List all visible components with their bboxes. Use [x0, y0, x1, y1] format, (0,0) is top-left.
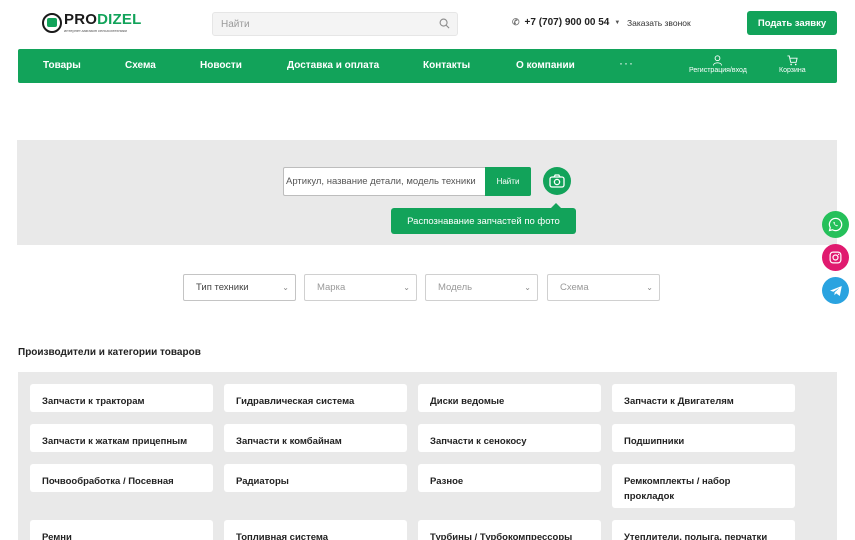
filter-model[interactable]: Модель ⌄ — [425, 274, 538, 301]
callback-link[interactable]: Заказать звонок — [627, 18, 691, 28]
filter-vehicle-type[interactable]: Тип техники ⌄ — [183, 274, 296, 301]
instagram-icon[interactable] — [822, 244, 849, 271]
page: PRODIZEL интернет-магазин сельхозтехники… — [0, 0, 855, 540]
category-item[interactable]: Топливная система — [224, 520, 407, 540]
category-item[interactable]: Диски ведомые — [418, 384, 601, 412]
category-item[interactable]: Разное — [418, 464, 601, 492]
cart-link[interactable]: Корзина — [779, 55, 806, 74]
phone-icon: ✆ — [512, 17, 520, 27]
category-item[interactable]: Ремни — [30, 520, 213, 540]
chevron-down-icon[interactable]: ▼ — [614, 20, 620, 26]
account-link[interactable]: Регистрация/вход — [689, 55, 747, 74]
user-icon — [713, 55, 723, 66]
cart-icon — [787, 55, 798, 66]
parts-search-input[interactable] — [284, 168, 484, 195]
category-item[interactable]: Утеплители, полыга, перчатки — [612, 520, 795, 540]
category-item[interactable]: Почвообработка / Посевная — [30, 464, 213, 492]
header-search-input[interactable] — [213, 13, 423, 35]
filter-brand[interactable]: Марка ⌄ — [304, 274, 417, 301]
filter-scheme[interactable]: Схема ⌄ — [547, 274, 660, 301]
logo[interactable]: PRODIZEL интернет-магазин сельхозтехники — [42, 12, 141, 33]
phone-number[interactable]: ✆ +7 (707) 900 00 54 ▼ — [512, 17, 620, 28]
telegram-icon[interactable] — [822, 277, 849, 304]
category-item[interactable]: Ремкомплекты / набор прокладок — [612, 464, 795, 508]
category-item[interactable]: Запчасти к комбайнам — [224, 424, 407, 452]
nav-item-delivery[interactable]: Доставка и оплата — [287, 60, 379, 71]
parts-search-button[interactable]: Найти — [485, 167, 531, 196]
submit-request-button[interactable]: Подать заявку — [747, 11, 837, 35]
category-item[interactable]: Подшипники — [612, 424, 795, 452]
logo-brand: PRODIZEL — [64, 11, 142, 28]
logo-tagline: интернет-магазин сельхозтехники — [64, 28, 127, 33]
photo-recognition-tooltip[interactable]: Распознавание запчастей по фото — [391, 203, 576, 234]
nav-item-about[interactable]: О компании — [516, 60, 575, 71]
search-icon[interactable] — [439, 18, 450, 29]
top-header: PRODIZEL интернет-магазин сельхозтехники… — [0, 0, 855, 48]
more-icon[interactable]: ··· — [619, 56, 634, 70]
nav-item-scheme[interactable]: Схема — [125, 60, 156, 71]
header-search — [212, 12, 458, 36]
chevron-down-icon: ⌄ — [524, 283, 531, 292]
category-item[interactable]: Запчасти к Двигателям — [612, 384, 795, 412]
whatsapp-icon[interactable] — [822, 211, 849, 238]
chevron-down-icon: ⌄ — [403, 283, 410, 292]
chevron-down-icon: ⌄ — [646, 283, 653, 292]
nav-item-contacts[interactable]: Контакты — [423, 60, 470, 71]
nav-item-products[interactable]: Товары — [43, 60, 81, 71]
nav-item-news[interactable]: Новости — [200, 60, 242, 71]
category-item[interactable]: Радиаторы — [224, 464, 407, 492]
category-item[interactable]: Турбины / Турбокомпрессоры — [418, 520, 601, 540]
category-item[interactable]: Гидравлическая система — [224, 384, 407, 412]
tractor-logo-icon — [42, 12, 62, 33]
chevron-down-icon: ⌄ — [282, 283, 289, 292]
category-item[interactable]: Запчасти к жаткам прицепным — [30, 424, 213, 452]
categories-title: Производители и категории товаров — [18, 347, 201, 358]
main-nav: Товары Схема Новости Доставка и оплата К… — [18, 49, 837, 83]
camera-icon[interactable] — [543, 167, 571, 195]
category-item[interactable]: Запчасти к тракторам — [30, 384, 213, 412]
category-item[interactable]: Запчасти к сенокосу — [418, 424, 601, 452]
